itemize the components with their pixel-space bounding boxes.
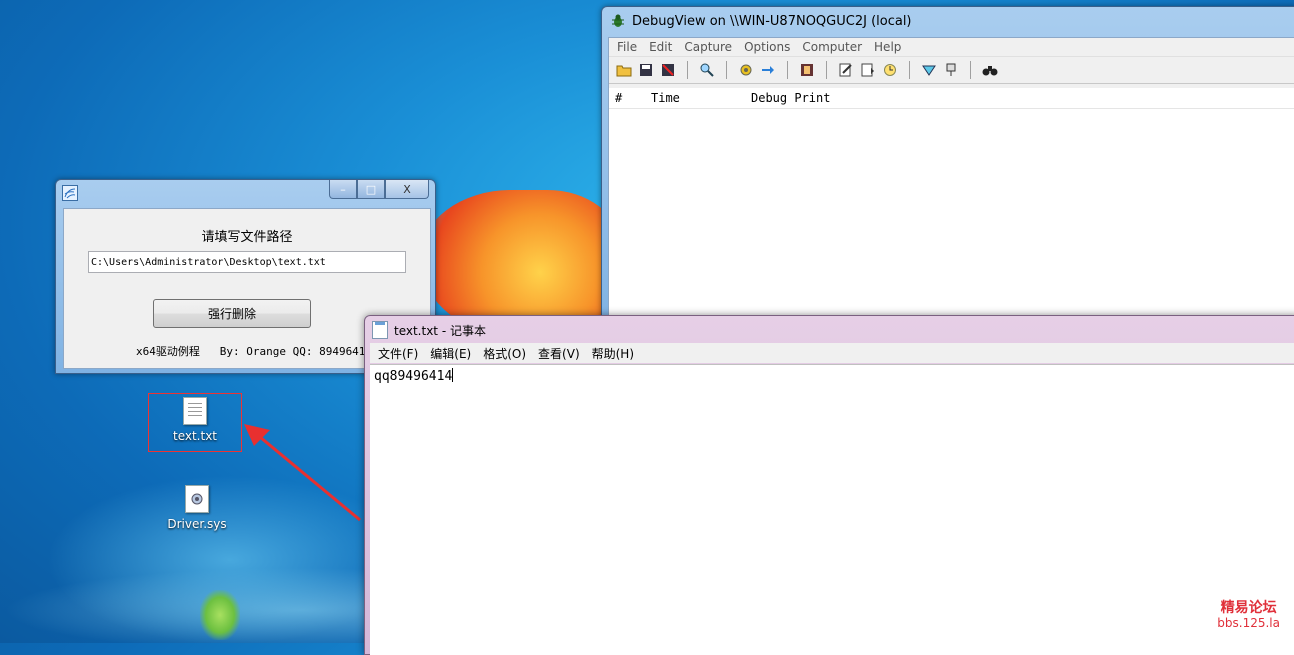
menu-format-cn[interactable]: 格式(O)	[479, 345, 534, 362]
gear-icon[interactable]	[737, 61, 755, 79]
dialog-titlebar[interactable]: – □ X	[56, 180, 435, 206]
debugview-titlebar[interactable]: DebugView on \\WIN-U87NOQGUC2J (local)	[602, 7, 1294, 35]
toolbar-separator	[787, 61, 788, 79]
desktop-icon-driver-sys[interactable]: Driver.sys	[150, 485, 244, 531]
toolbar-separator	[909, 61, 910, 79]
menu-file[interactable]: File	[613, 40, 645, 54]
watermark-title: 精易论坛	[1220, 600, 1277, 616]
red-arrow-annotation	[244, 424, 361, 522]
path-prompt-label: 请填写文件路径	[201, 230, 293, 245]
debugview-menubar: File Edit Capture Options Computer Help	[609, 38, 1294, 57]
menu-edit-cn[interactable]: 编辑(E)	[426, 345, 479, 362]
watermark-url: bbs.125.la	[1217, 616, 1280, 630]
system-file-icon	[185, 485, 209, 513]
menu-help[interactable]: Help	[870, 40, 909, 54]
close-button[interactable]: X	[385, 180, 429, 199]
menu-computer[interactable]: Computer	[798, 40, 870, 54]
debugview-window: DebugView on \\WIN-U87NOQGUC2J (local) F…	[601, 6, 1294, 336]
text-caret	[452, 368, 454, 382]
highlight-icon[interactable]	[920, 61, 938, 79]
menu-edit[interactable]: Edit	[645, 40, 680, 54]
edit-filter-icon[interactable]	[837, 61, 855, 79]
text-file-icon	[183, 397, 207, 425]
debugview-client: File Edit Capture Options Computer Help	[608, 37, 1294, 335]
scroll-icon[interactable]	[859, 61, 877, 79]
notepad-text-area[interactable]: qq89496414	[370, 364, 1294, 655]
forum-watermark: 精易论坛 bbs.125.la	[1217, 601, 1280, 631]
menu-options[interactable]: Options	[740, 40, 798, 54]
toolbar-separator	[970, 61, 971, 79]
save-icon[interactable]	[637, 61, 655, 79]
column-number[interactable]: #	[615, 91, 622, 105]
maximize-button[interactable]: □	[357, 180, 385, 199]
notepad-title: text.txt - 记事本	[394, 323, 486, 338]
file-path-input[interactable]	[88, 251, 406, 273]
desktop-icon-text-txt[interactable]: text.txt	[148, 397, 242, 443]
bug-icon	[612, 14, 624, 27]
magnifier-icon[interactable]	[698, 61, 716, 79]
minimize-button[interactable]: –	[329, 180, 357, 199]
clock-icon[interactable]	[881, 61, 899, 79]
notepad-icon	[372, 321, 388, 339]
debug-list-header: # Time Debug Print	[609, 88, 1294, 109]
open-folder-icon[interactable]	[615, 61, 633, 79]
notepad-titlebar[interactable]: text.txt - 记事本	[372, 321, 486, 339]
app-icon	[62, 185, 78, 201]
force-delete-button[interactable]: 强行删除	[153, 299, 311, 328]
column-time[interactable]: Time	[651, 91, 680, 105]
notepad-menubar: 文件(F) 编辑(E) 格式(O) 查看(V) 帮助(H)	[370, 343, 1294, 363]
menu-view-cn[interactable]: 查看(V)	[534, 345, 588, 362]
arrow-right-icon[interactable]	[759, 61, 777, 79]
notepad-window: text.txt - 记事本 文件(F) 编辑(E) 格式(O) 查看(V) 帮…	[364, 315, 1294, 655]
notepad-content: qq89496414	[374, 369, 453, 384]
desktop-icon-label: text.txt	[172, 429, 217, 443]
caption-buttons: – □ X	[329, 180, 429, 199]
column-debug-print[interactable]: Debug Print	[751, 91, 830, 105]
toolbar-separator	[726, 61, 727, 79]
debugview-title: DebugView on \\WIN-U87NOQGUC2J (local)	[632, 13, 912, 29]
desktop-icon-label: Driver.sys	[167, 517, 227, 531]
wallpaper-leaf	[200, 590, 240, 640]
menu-capture[interactable]: Capture	[680, 40, 740, 54]
pin-icon[interactable]	[942, 61, 960, 79]
menu-help-cn[interactable]: 帮助(H)	[588, 345, 642, 362]
toolbar-separator	[687, 61, 688, 79]
toolbar-separator	[826, 61, 827, 79]
credit-label: x64驱动例程 By: Orange QQ: 89496414	[136, 345, 373, 358]
menu-file-cn[interactable]: 文件(F)	[374, 345, 426, 362]
film-icon[interactable]	[798, 61, 816, 79]
binoculars-icon[interactable]	[981, 61, 999, 79]
debug-output-list[interactable]	[609, 109, 1294, 334]
debugview-toolbar	[609, 57, 1294, 84]
clear-save-icon[interactable]	[659, 61, 677, 79]
